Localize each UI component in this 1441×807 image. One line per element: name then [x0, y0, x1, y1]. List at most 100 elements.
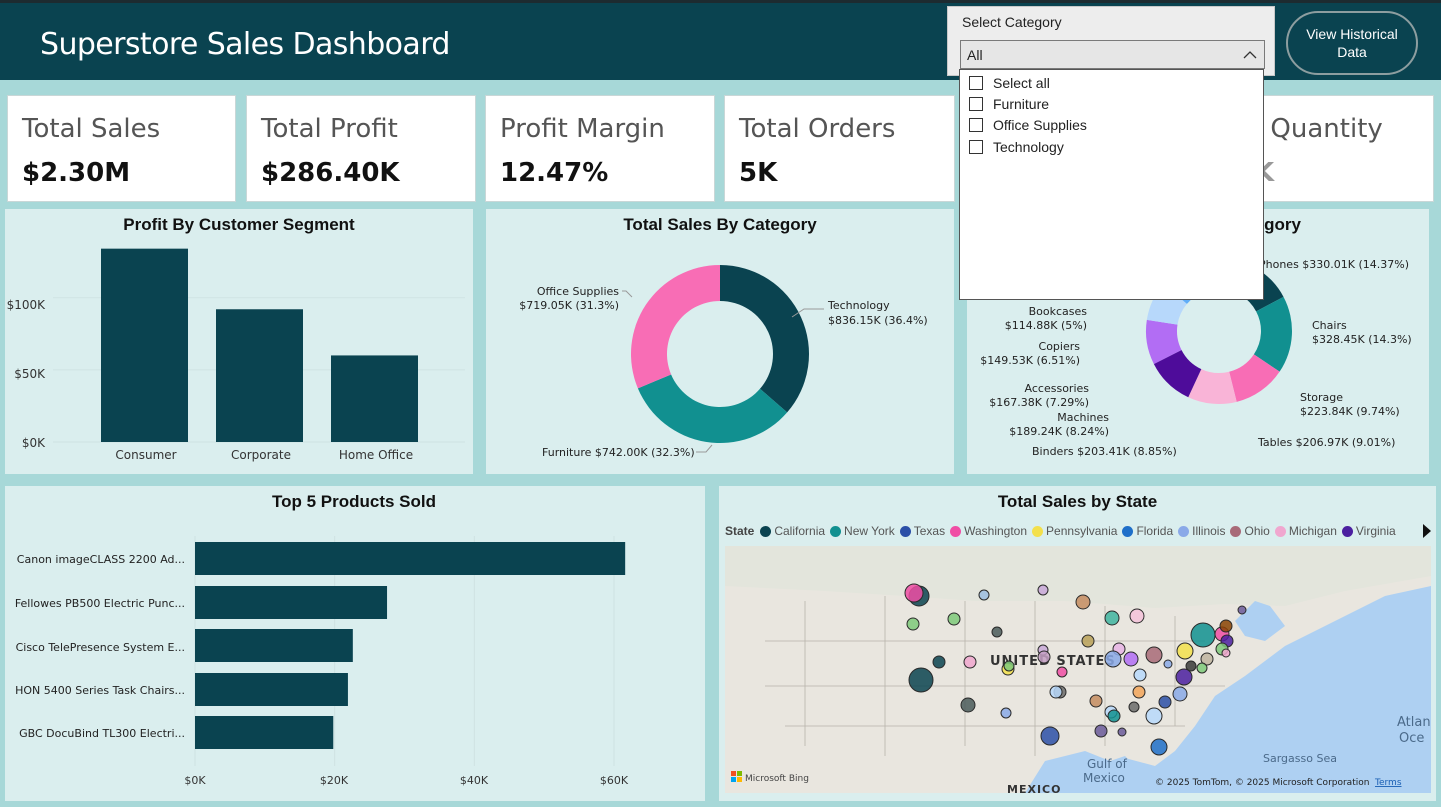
legend-dot — [1341, 525, 1353, 537]
state-bubble[interactable] — [1040, 726, 1060, 746]
state-bubble[interactable] — [932, 655, 946, 669]
legend-item[interactable]: Pennsylvania — [1032, 524, 1117, 538]
state-bubble[interactable] — [904, 583, 924, 603]
state-bubble[interactable] — [906, 617, 920, 631]
legend-item[interactable]: Florida — [1122, 524, 1173, 538]
slice-label: Accessories — [1025, 382, 1090, 395]
product-bar[interactable] — [195, 673, 348, 706]
slice-label: $149.53K (6.51%) — [980, 354, 1080, 367]
view-historical-data-button[interactable]: View Historical Data — [1286, 11, 1418, 75]
slice-label: Office Supplies — [537, 285, 619, 298]
state-bubble[interactable] — [991, 626, 1003, 638]
sales-category-panel: Total Sales By Category Technology $836.… — [486, 209, 954, 474]
state-bubble[interactable] — [1107, 709, 1121, 723]
state-bubble[interactable] — [1196, 662, 1208, 674]
legend-item[interactable]: Texas — [899, 524, 945, 538]
option-label: Furniture — [993, 96, 1050, 112]
state-bubble[interactable] — [1075, 594, 1091, 610]
state-bubble[interactable] — [1190, 622, 1216, 648]
state-bubble[interactable] — [1049, 685, 1063, 699]
slice-label: $328.45K (14.3%) — [1312, 333, 1412, 346]
state-bubble[interactable] — [1037, 584, 1049, 596]
state-bubble[interactable] — [1221, 648, 1231, 658]
bar-corporate[interactable] — [216, 309, 303, 442]
state-bubble[interactable] — [1117, 727, 1127, 737]
state-bubble[interactable] — [963, 655, 977, 669]
state-bubble[interactable] — [1104, 650, 1122, 668]
checkbox[interactable] — [969, 76, 983, 90]
kpi-label: Total Orders — [739, 114, 896, 144]
state-bubble[interactable] — [1000, 707, 1012, 719]
bar-consumer[interactable] — [101, 248, 188, 442]
dropdown-option-office-supplies[interactable]: Office Supplies — [969, 115, 1087, 135]
state-bubble[interactable] — [1175, 668, 1193, 686]
category-dropdown-select[interactable]: All — [960, 40, 1265, 69]
state-bubble[interactable] — [1132, 685, 1146, 699]
legend-item[interactable]: Washington — [950, 524, 1027, 538]
legend-next-icon[interactable] — [1421, 523, 1433, 539]
state-bubble[interactable] — [1037, 650, 1051, 664]
checkbox[interactable] — [969, 97, 983, 111]
dropdown-option-select-all[interactable]: Select all — [969, 73, 1050, 93]
state-bubble[interactable] — [1133, 668, 1147, 682]
state-bubble[interactable] — [1145, 646, 1163, 664]
state-bubble[interactable] — [1003, 660, 1015, 672]
state-bubble[interactable] — [1128, 701, 1140, 713]
state-bubble[interactable] — [1129, 608, 1145, 624]
slice-label: Storage — [1300, 391, 1343, 404]
state-bubble[interactable] — [1219, 619, 1233, 633]
state-bubble[interactable] — [1158, 695, 1172, 709]
category-slice-office-supplies[interactable] — [631, 265, 720, 389]
kpi-card-total-sales: Total Sales $2.30M — [7, 95, 236, 202]
option-label: Office Supplies — [993, 117, 1087, 133]
product-bar[interactable] — [195, 586, 388, 619]
state-bubble[interactable] — [1163, 659, 1173, 669]
dropdown-option-technology[interactable]: Technology — [969, 137, 1064, 157]
state-bubble[interactable] — [947, 612, 961, 626]
state-bubble[interactable] — [1056, 666, 1068, 678]
legend-item[interactable]: California — [760, 524, 825, 538]
checkbox[interactable] — [969, 118, 983, 132]
sales-category-donut: Technology $836.15K (36.4%) Furniture $7… — [519, 265, 928, 459]
map-sargasso-label: Sargasso Sea — [1263, 752, 1337, 765]
map-terms-link[interactable]: Terms — [1374, 778, 1402, 788]
kpi-label: Profit Margin — [500, 114, 665, 144]
y-category-label: Canon imageCLASS 2200 Ad... — [17, 553, 185, 566]
state-bubble[interactable] — [960, 697, 976, 713]
state-bubble[interactable] — [978, 589, 990, 601]
us-map[interactable]: UNITED STATES MEXICO Gulf of Mexico Sarg… — [725, 546, 1431, 793]
map-canvas: UNITED STATES MEXICO Gulf of Mexico Sarg… — [725, 546, 1431, 793]
map-legend: State California New York Texas Washingt… — [725, 524, 1401, 538]
state-bubble[interactable] — [908, 667, 934, 693]
state-bubble[interactable] — [1145, 707, 1163, 725]
state-bubble[interactable] — [1237, 605, 1247, 615]
map-gulf-label: Gulf of — [1087, 757, 1128, 771]
state-bubble[interactable] — [1176, 642, 1194, 660]
state-bubble[interactable] — [1150, 738, 1168, 756]
product-bar[interactable] — [195, 716, 334, 749]
bar-home-office[interactable] — [331, 355, 418, 442]
state-bubble[interactable] — [1123, 651, 1139, 667]
chevron-up-icon[interactable] — [1242, 47, 1258, 63]
checkbox[interactable] — [969, 140, 983, 154]
map-mexico-label: MEXICO — [1007, 783, 1061, 793]
product-bar[interactable] — [195, 542, 626, 575]
state-bubble[interactable] — [1104, 610, 1120, 626]
product-bar[interactable] — [195, 629, 353, 662]
dropdown-option-furniture[interactable]: Furniture — [969, 94, 1049, 114]
category-slice-technology[interactable] — [720, 265, 809, 413]
legend-dot — [899, 525, 911, 537]
y-tick-label: $100K — [7, 298, 47, 312]
legend-item[interactable]: Ohio — [1230, 524, 1270, 538]
state-bubble[interactable] — [1089, 694, 1103, 708]
legend-item[interactable]: Michigan — [1274, 524, 1337, 538]
state-bubble[interactable] — [1172, 686, 1188, 702]
legend-heading: State — [725, 524, 755, 538]
state-bubble[interactable] — [1081, 634, 1095, 648]
legend-item[interactable]: New York — [830, 524, 895, 538]
legend-item[interactable]: Illinois — [1178, 524, 1225, 538]
state-bubble[interactable] — [1094, 724, 1108, 738]
kpi-value: 5K — [739, 158, 778, 188]
state-map-panel: Total Sales by State State California Ne… — [719, 486, 1436, 801]
legend-item[interactable]: Virginia — [1341, 524, 1396, 538]
